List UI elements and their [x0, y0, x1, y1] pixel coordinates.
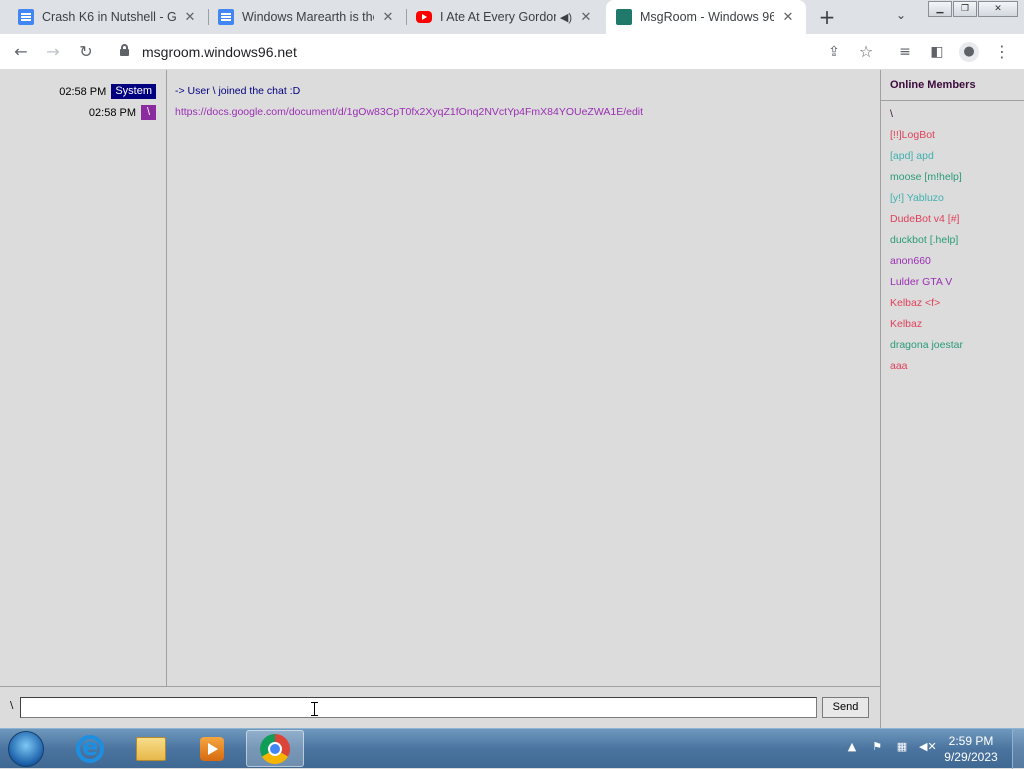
member-item[interactable]: Kelbaz <f>: [890, 297, 940, 309]
lock-icon[interactable]: [120, 44, 129, 56]
clock-time: 2:59 PM: [948, 734, 994, 748]
message-meta: 02:58 PM \: [89, 105, 156, 120]
message-meta-column: 02:58 PM System 02:58 PM \: [0, 70, 167, 687]
member-item[interactable]: Kelbaz: [890, 318, 922, 330]
menu-kebab-icon[interactable]: ⋮: [992, 42, 1012, 62]
tab-close-icon[interactable]: ✕: [780, 9, 796, 25]
address-bar[interactable]: msgroom.windows96.net: [108, 38, 884, 66]
show-desktop-button[interactable]: [1012, 729, 1024, 769]
tab-title: I Ate At Every Gordon: [440, 10, 556, 24]
member-item[interactable]: moose [m!help]: [890, 171, 962, 183]
new-tab-button[interactable]: +: [816, 6, 838, 28]
system-tray: ▲ ⚑ ▦ ◀✕: [844, 739, 944, 755]
divider: [881, 100, 1024, 101]
member-item[interactable]: duckbot [.help]: [890, 234, 958, 246]
tab-title: MsgRoom - Windows 96: [640, 10, 774, 24]
tab-close-icon[interactable]: ✕: [380, 9, 396, 25]
taskbar-chrome[interactable]: [246, 730, 304, 767]
message-author-badge: System: [111, 84, 156, 99]
message-meta: 02:58 PM System: [59, 84, 156, 99]
forward-icon[interactable]: →: [43, 42, 63, 62]
internet-explorer-icon: [76, 733, 104, 763]
member-item[interactable]: [!!]LogBot: [890, 129, 935, 141]
clock[interactable]: 2:59 PM 9/29/2023: [940, 733, 1002, 765]
member-item[interactable]: dragona joestar: [890, 339, 963, 351]
browser-toolbar: ← → ↻ msgroom.windows96.net ⇪ ☆ ≡ ◧ ● ⋮: [0, 34, 1024, 70]
tab-msgroom[interactable]: MsgRoom - Windows 96 ✕: [606, 0, 806, 34]
tab-close-icon[interactable]: ✕: [182, 9, 198, 25]
browser-tab-bar: Crash K6 in Nutshell - Go ✕ Windows Mare…: [0, 0, 1024, 34]
msgroom-icon: [616, 9, 632, 25]
taskbar-media-player[interactable]: [183, 730, 241, 767]
message-input-bar: \ Send: [0, 687, 880, 728]
online-members-panel: Online Members \ [!!]LogBot [apd] apd moose…: [880, 70, 1024, 728]
share-icon[interactable]: ⇪: [824, 42, 844, 62]
member-item[interactable]: aaa: [890, 360, 908, 372]
clock-date: 9/29/2023: [944, 750, 998, 764]
tab-youtube-video[interactable]: I Ate At Every Gordon ◀) ✕: [406, 0, 604, 34]
msgroom-page: 02:58 PM System 02:58 PM \ -> User \ joi…: [0, 70, 1024, 728]
message-input[interactable]: [20, 697, 817, 718]
show-hidden-icons-icon[interactable]: ▲: [844, 739, 860, 755]
members-title: Online Members: [890, 79, 976, 91]
back-icon[interactable]: ←: [11, 42, 31, 62]
action-center-flag-icon[interactable]: ⚑: [869, 739, 885, 755]
url-text[interactable]: msgroom.windows96.net: [142, 44, 297, 60]
google-docs-icon: [218, 9, 234, 25]
file-explorer-icon: [136, 736, 166, 761]
member-item[interactable]: \: [890, 108, 893, 120]
restore-button[interactable]: ❐: [953, 1, 977, 17]
bookmark-star-icon[interactable]: ☆: [856, 42, 876, 62]
youtube-icon: [416, 11, 432, 23]
chrome-icon: [260, 733, 290, 764]
nickname-label[interactable]: \: [10, 700, 13, 711]
send-button[interactable]: Send: [822, 697, 869, 718]
chat-log: 02:58 PM System 02:58 PM \ -> User \ joi…: [0, 70, 880, 687]
message-link[interactable]: https://docs.google.com/document/d/1gOw8…: [175, 106, 643, 118]
message-text: -> User \ joined the chat :D: [175, 85, 301, 97]
tab-title: Windows Marearth is the: [242, 10, 374, 24]
member-item[interactable]: [y!] Yabluzo: [890, 192, 944, 204]
close-window-button[interactable]: ✕: [978, 1, 1018, 17]
message-author-badge[interactable]: \: [141, 105, 156, 120]
window-controls: ▁ ❐ ✕: [928, 1, 1019, 17]
member-item[interactable]: DudeBot v4 [#]: [890, 213, 959, 225]
speaker-icon[interactable]: ◀): [560, 11, 572, 24]
tab-title: Crash K6 in Nutshell - Go: [42, 10, 176, 24]
profile-avatar-icon[interactable]: ●: [959, 42, 979, 62]
tab-crash-k6[interactable]: Crash K6 in Nutshell - Go ✕: [8, 0, 208, 34]
start-orb-icon[interactable]: [8, 731, 44, 767]
tab-search-icon[interactable]: ⌄: [896, 8, 906, 22]
tab-close-icon[interactable]: ✕: [578, 9, 594, 25]
media-control-icon[interactable]: ≡: [895, 42, 915, 62]
media-player-icon: [200, 736, 224, 761]
message-time: 02:58 PM: [59, 85, 107, 98]
member-item[interactable]: [apd] apd: [890, 150, 934, 162]
message-time: 02:58 PM: [88, 106, 136, 119]
side-panel-icon[interactable]: ◧: [927, 42, 947, 62]
member-item[interactable]: Lulder GTA V: [890, 276, 952, 288]
volume-muted-icon[interactable]: ◀✕: [919, 739, 937, 755]
network-icon[interactable]: ▦: [894, 739, 910, 755]
member-item[interactable]: anon660: [890, 255, 931, 267]
tab-windows-marearth[interactable]: Windows Marearth is the ✕: [208, 0, 406, 34]
taskbar-explorer[interactable]: [122, 730, 180, 767]
minimize-button[interactable]: ▁: [928, 1, 952, 17]
reload-icon[interactable]: ↻: [76, 42, 96, 62]
text-cursor-icon: [311, 702, 318, 716]
google-docs-icon: [18, 9, 34, 25]
taskbar-ie[interactable]: [61, 730, 119, 767]
windows-taskbar: ▲ ⚑ ▦ ◀✕ 2:59 PM 9/29/2023: [0, 728, 1024, 769]
